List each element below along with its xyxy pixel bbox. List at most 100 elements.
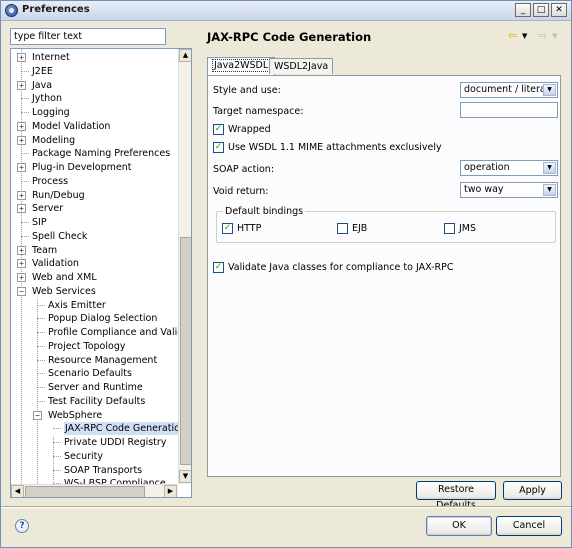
tree-connector [21, 112, 29, 113]
scroll-thumb-horizontal[interactable] [25, 486, 145, 497]
tab-java2wsdl[interactable]: Java2WSDL [207, 57, 276, 75]
validate-jaxrpc-checkbox[interactable]: ✓ Validate Java classes for compliance to… [213, 262, 454, 275]
chevron-down-icon[interactable]: ▼ [543, 162, 556, 174]
expand-icon[interactable]: + [17, 190, 26, 200]
tree-item-label: WS-I BSP Compliance [64, 478, 166, 484]
tree-connector [21, 70, 29, 72]
maximize-icon[interactable]: □ [533, 3, 549, 17]
scroll-thumb-vertical[interactable] [180, 237, 191, 465]
expand-icon[interactable]: + [17, 121, 26, 131]
tree-item-label: Run/Debug [32, 189, 85, 201]
tree-item-label: Security [64, 450, 104, 462]
tree-item-label: Server and Runtime [48, 382, 143, 393]
expand-icon[interactable]: + [17, 204, 26, 214]
binding-jms-checkbox[interactable]: JMS [444, 223, 476, 236]
soap-action-label: SOAP action: [213, 164, 275, 175]
expand-icon[interactable]: + [17, 163, 26, 172]
minimize-icon[interactable]: _ [515, 3, 531, 17]
expand-icon[interactable]: + [17, 53, 26, 62]
tree-item-label: SOAP Transports [64, 464, 143, 476]
scroll-right-icon[interactable]: ▶ [164, 485, 177, 497]
style-and-use-select[interactable]: document / literal ▼ [460, 82, 558, 98]
chevron-down-icon[interactable]: ▼ [543, 184, 556, 196]
back-menu-chevron-icon[interactable]: ▼ [522, 32, 527, 40]
expand-icon[interactable]: + [17, 259, 26, 269]
tree-item-label: Axis Emitter [48, 299, 106, 311]
restore-defaults-button[interactable]: Restore Defaults [416, 481, 496, 511]
page-navigation: ⇦ ▼ ⇨ ▼ [508, 29, 564, 43]
checkmark-icon: ✓ [222, 223, 233, 234]
app-icon [5, 4, 18, 17]
target-namespace-field[interactable] [460, 102, 558, 118]
close-icon[interactable]: ✕ [551, 3, 567, 17]
tree-item-label: WebSphere [48, 409, 103, 421]
tree-vertical-scrollbar[interactable]: ▲ ▼ [178, 49, 191, 484]
collapse-icon[interactable]: − [33, 410, 42, 420]
expand-icon[interactable]: + [17, 273, 26, 282]
binding-ejb-checkbox[interactable]: EJB [337, 223, 367, 236]
tree-connector [21, 153, 29, 155]
tree-connector [53, 442, 61, 443]
window-title: Preferences [22, 4, 90, 15]
tree-item-label: Project Topology [48, 340, 126, 352]
tree-item-label: Popup Dialog Selection [48, 313, 158, 325]
tab-wsdl2java[interactable]: WSDL2Java [269, 58, 334, 74]
tree-item-label: J2EE [32, 65, 53, 77]
checkmark-icon: ✓ [213, 262, 224, 273]
tree-item-label: Profile Compliance and Validatio [48, 327, 178, 338]
tree-item-label: Team [32, 244, 58, 256]
tree-item-label: Package Naming Preferences [32, 148, 171, 160]
ok-button[interactable]: OK [426, 516, 492, 536]
tree-connector [21, 235, 29, 237]
tree-item-label: Modeling [32, 134, 76, 146]
tree-connector [21, 98, 29, 100]
preference-page: JAX-RPC Code Generation ⇦ ▼ ⇨ ▼ Java2WSD… [203, 21, 571, 511]
forward-menu-chevron-icon[interactable]: ▼ [552, 32, 557, 40]
title-bar[interactable]: Preferences _ □ ✕ [1, 1, 571, 21]
tree-item-label: Model Validation [32, 120, 111, 132]
tree-item-label: SIP [32, 217, 47, 228]
tree-connector [37, 400, 45, 402]
back-arrow-icon[interactable]: ⇦ [508, 29, 517, 42]
collapse-icon[interactable]: − [17, 286, 26, 296]
forward-arrow-icon[interactable]: ⇨ [538, 29, 547, 42]
help-icon[interactable]: ? [15, 519, 29, 533]
cancel-button[interactable]: Cancel [496, 516, 562, 536]
tree-item-label: Process [32, 175, 69, 187]
filter-input[interactable] [10, 28, 166, 45]
tree-connector [37, 332, 45, 333]
scroll-down-icon[interactable]: ▼ [179, 470, 191, 483]
void-return-label: Void return: [213, 186, 269, 197]
tree-item-label: Jython [32, 93, 63, 105]
tree-horizontal-scrollbar[interactable]: ◀ ▶ [11, 484, 178, 497]
tree-item-label: Scenario Defaults [48, 368, 132, 380]
soap-action-select[interactable]: operation ▼ [460, 160, 558, 176]
tree-connector [37, 318, 45, 320]
tree-content: + Internet J2EE + Java Jython Logging + Model Va… [11, 49, 178, 484]
void-return-select[interactable]: two way ▼ [460, 182, 558, 198]
tree-item-label: Spell Check [32, 230, 88, 242]
mime-attachments-checkbox[interactable]: ✓ Use WSDL 1.1 MIME attachments exclusive… [213, 142, 442, 155]
tree-connector [37, 359, 45, 361]
expand-icon[interactable]: + [17, 135, 26, 145]
tree-connector [37, 387, 45, 388]
chevron-down-icon[interactable]: ▼ [543, 84, 556, 96]
tree-item-label: Java [32, 79, 53, 91]
tree-connector [53, 469, 61, 471]
footer-separator [1, 506, 571, 508]
target-namespace-label: Target namespace: [213, 106, 304, 117]
apply-button[interactable]: Apply [503, 481, 562, 500]
expand-icon[interactable]: + [17, 245, 26, 255]
wrapped-checkbox[interactable]: ✓ Wrapped [213, 124, 271, 137]
tree-connector [37, 373, 45, 375]
scroll-left-icon[interactable]: ◀ [11, 485, 24, 497]
tree-guide-line [53, 437, 54, 484]
expand-icon[interactable]: + [17, 80, 26, 90]
checkmark-icon: ✓ [213, 142, 224, 153]
scroll-up-icon[interactable]: ▲ [179, 49, 191, 62]
tree-connector [21, 222, 29, 223]
binding-http-checkbox[interactable]: ✓ HTTP [222, 223, 261, 236]
default-bindings-group: Default bindings ✓ HTTP EJB JMS [216, 206, 556, 243]
tree-connector [21, 180, 29, 182]
tree-connector [53, 428, 61, 430]
